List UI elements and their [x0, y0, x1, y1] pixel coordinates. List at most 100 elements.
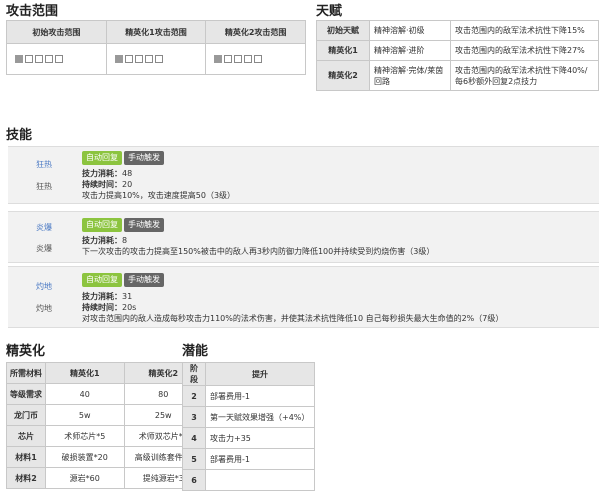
attack-range-table: 初始攻击范围 精英化1攻击范围 精英化2攻击范围 [6, 20, 306, 75]
range-cell-attack [224, 55, 233, 63]
table-row: 3 第一天赋效果增强（+4%） [182, 406, 315, 428]
range-cell-operator [15, 55, 23, 63]
potential-bonus [205, 469, 315, 491]
talent-name: 精神溶解·初级 [369, 20, 451, 41]
talent-desc: 攻击范围内的敌军法术抗性下降15% [450, 20, 599, 41]
auto-recovery-tag: 自动回复 [82, 151, 122, 165]
elite-e1: 源岩*60 [45, 467, 125, 489]
potential-bonus: 第一天赋效果增强（+4%） [205, 406, 315, 428]
skill-card: 炎爆 炎爆 自动回复 手动触发 技力消耗：8 下一次攻击的攻击力提高至150%被… [8, 211, 599, 263]
elite-key: 材料1 [6, 446, 46, 468]
manual-trigger-tag: 手动触发 [124, 218, 164, 232]
manual-trigger-tag: 手动触发 [124, 151, 164, 165]
talent-name: 精神溶解·完体/莱茵回路 [369, 60, 451, 91]
table-row: 芯片 术师芯片*5 术师双芯片*3 [6, 425, 203, 447]
range-cell-attack [154, 55, 163, 63]
table-row: 材料2 源岩*60 提纯源岩*3 [6, 467, 203, 489]
talent-section-title: 天赋 [316, 4, 343, 19]
skill-sp-row: 技力消耗：8 [82, 235, 127, 246]
duration-label: 持续时间： [82, 180, 122, 189]
elite-key: 龙门币 [6, 404, 46, 426]
skill-name: 灼地 [36, 304, 52, 313]
elite-e1: 40 [45, 383, 125, 405]
potential-bonus: 部署费用-1 [205, 448, 315, 470]
skill-duration-row: 持续时间：20 [82, 179, 132, 190]
range-cell-attack [45, 55, 53, 63]
range-cell-operator [214, 55, 223, 63]
table-row: 5 部署费用-1 [182, 448, 315, 470]
elite-table: 所需材料 精英化1 精英化2 等级需求 40 80 龙门币 5w 25w 芯片 … [6, 362, 203, 489]
range-cell-operator [114, 55, 123, 63]
elite-e1: 破损装置*20 [45, 446, 125, 468]
range-cell-attack [244, 55, 253, 63]
skill-description: 对攻击范围内的敌人造成每秒攻击力110%的法术伤害，并使其法术抗性降低10 自己… [82, 314, 504, 323]
skill-description: 下一次攻击的攻击力提高至150%被击中的敌人再3秒内防御力降低100并持续受到灼… [82, 247, 435, 256]
range-grid [15, 55, 106, 63]
skill-card: 狂热 狂热 自动回复 手动触发 技力消耗：48 持续时间：20 攻击力提高10%… [8, 146, 599, 204]
elite-key: 等级需求 [6, 383, 46, 405]
sp-cost-value: 31 [122, 292, 133, 301]
table-row: 4 攻击力+35 [182, 427, 315, 449]
range-cell-attack [134, 55, 143, 63]
table-row: 等级需求 40 80 [6, 383, 203, 405]
duration-label: 持续时间： [82, 303, 122, 312]
table-row: 2 部署费用-1 [182, 385, 315, 407]
range-header-initial: 初始攻击范围 [6, 20, 107, 44]
range-grid [214, 55, 305, 63]
range-cell-attack [234, 55, 243, 63]
manual-trigger-tag: 手动触发 [124, 273, 164, 287]
elite-key: 芯片 [6, 425, 46, 447]
elite-key: 材料2 [6, 467, 46, 489]
duration-value: 20 [122, 180, 133, 189]
sp-cost-value: 8 [122, 236, 128, 245]
skill-link[interactable]: 灼地 [8, 281, 80, 292]
table-row: 6 [182, 469, 315, 491]
range-section-title: 攻击范围 [6, 4, 59, 19]
talent-key: 初始天赋 [316, 20, 370, 41]
talent-desc: 攻击范围内的敌军法术抗性下降27% [450, 40, 599, 61]
elite-header: 精英化1 [45, 362, 125, 384]
talent-table: 初始天赋 精神溶解·初级 攻击范围内的敌军法术抗性下降15% 精英化1 精神溶解… [316, 20, 599, 91]
range-grid [114, 55, 206, 63]
skill-duration-row: 持续时间：20s [82, 302, 136, 313]
skill-name: 炎爆 [36, 244, 52, 253]
potential-section-title: 潜能 [182, 344, 209, 359]
range-cell-attack [35, 55, 43, 63]
potential-stage: 2 [182, 385, 206, 407]
talent-desc: 攻击范围内的敌军法术抗性下降40%/每6秒额外回复2点技力 [450, 60, 599, 91]
range-cell-attack [254, 55, 263, 63]
range-cell-attack [25, 55, 33, 63]
potential-header: 提升 [205, 362, 315, 386]
potential-stage: 3 [182, 406, 206, 428]
skill-link[interactable]: 狂热 [8, 159, 80, 170]
skill-sp-row: 技力消耗：48 [82, 168, 132, 179]
range-cell-elite1 [105, 43, 207, 75]
skill-name: 狂热 [36, 182, 52, 191]
potential-stage: 6 [182, 469, 206, 491]
range-cell-elite2 [205, 43, 306, 75]
range-cell-attack [124, 55, 133, 63]
talent-key: 精英化2 [316, 60, 370, 91]
elite-e1: 5w [45, 404, 125, 426]
skill-card: 灼地 灼地 自动回复 手动触发 技力消耗：31 持续时间：20s 对攻击范围内的… [8, 266, 599, 328]
sp-cost-label: 技力消耗： [82, 236, 122, 245]
range-cell-attack [144, 55, 153, 63]
range-header-elite1: 精英化1攻击范围 [105, 20, 207, 44]
sp-cost-value: 48 [122, 169, 133, 178]
potential-bonus: 部署费用-1 [205, 385, 315, 407]
auto-recovery-tag: 自动回复 [82, 218, 122, 232]
potential-table: 阶段 提升 2 部署费用-1 3 第一天赋效果增强（+4%） 4 攻击力+35 … [182, 362, 315, 491]
elite-e1: 术师芯片*5 [45, 425, 125, 447]
potential-header: 阶段 [182, 362, 206, 386]
range-header-elite2: 精英化2攻击范围 [205, 20, 306, 44]
potential-stage: 5 [182, 448, 206, 470]
table-row: 材料1 破损装置*20 高级训练套件*1 [6, 446, 203, 468]
talent-key: 精英化1 [316, 40, 370, 61]
table-row: 龙门币 5w 25w [6, 404, 203, 426]
range-cell-initial [6, 43, 107, 75]
sp-cost-label: 技力消耗： [82, 292, 122, 301]
elite-header: 所需材料 [6, 362, 46, 384]
skill-link[interactable]: 炎爆 [8, 222, 80, 233]
skills-section-title: 技能 [6, 128, 33, 143]
skill-sp-row: 技力消耗：31 [82, 291, 132, 302]
